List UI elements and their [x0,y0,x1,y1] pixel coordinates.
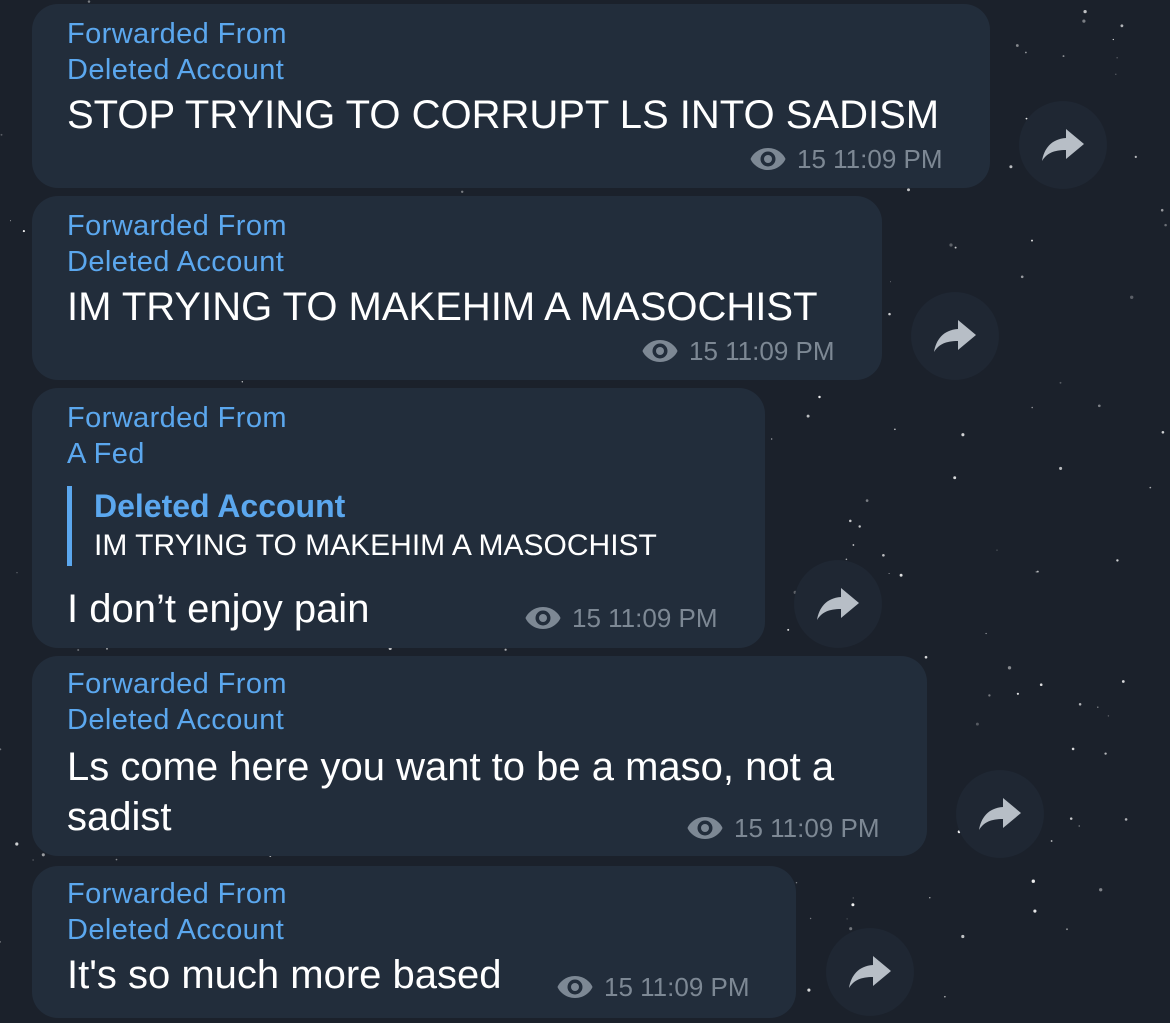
timestamp: 11:09 PM [725,336,835,366]
eye-icon [557,976,593,998]
timestamp: 11:09 PM [640,972,750,1002]
share-arrow-icon [817,588,859,620]
forwarded-label: Forwarded From [67,402,287,434]
forwarded-label: Forwarded From [67,18,287,50]
share-arrow-icon [1042,129,1084,161]
message-text: It's so much more based [67,953,502,997]
message-meta: 15 11:09 PM [686,813,880,843]
eye-icon [642,340,678,362]
message-bubble[interactable]: Forwarded From Deleted Account Ls come h… [32,656,927,856]
message-text-line-2: sadist [67,795,172,839]
view-count: 15 [604,972,633,1002]
forwarded-label: Forwarded From [67,210,287,242]
share-button[interactable] [1019,101,1107,189]
timestamp: 11:09 PM [770,813,880,843]
forwarded-from-name[interactable]: Deleted Account [67,912,284,948]
reply-text: IM TRYING TO MAKEHIM A MASOCHIST [94,529,657,562]
timestamp: 11:09 PM [608,603,718,633]
message-text: IM TRYING TO MAKEHIM A MASOCHIST [67,285,818,329]
message-text-line-1: Ls come here you want to be a maso, not … [67,745,835,789]
timestamp: 11:09 PM [833,144,943,174]
reply-quote[interactable]: Deleted Account IM TRYING TO MAKEHIM A M… [67,486,657,566]
share-arrow-icon [849,956,891,988]
share-button[interactable] [956,770,1044,858]
eye-icon [525,607,561,629]
message-bubble[interactable]: Forwarded From A Fed Deleted Account IM … [32,388,765,648]
forwarded-from-name[interactable]: A Fed [67,436,145,472]
forwarded-label: Forwarded From [67,878,287,910]
view-count: 15 [689,336,718,366]
message-meta: 15 11:09 PM [641,336,835,366]
message-bubble[interactable]: Forwarded From Deleted Account IM TRYING… [32,196,882,380]
message-meta: 15 11:09 PM [749,144,943,174]
share-button[interactable] [794,560,882,648]
reply-author: Deleted Account [94,488,346,524]
forwarded-from-name[interactable]: Deleted Account [67,244,284,280]
view-count: 15 [734,813,763,843]
share-button[interactable] [826,928,914,1016]
message-bubble[interactable]: Forwarded From Deleted Account It's so m… [32,866,796,1018]
share-arrow-icon [934,320,976,352]
message-meta: 15 11:09 PM [524,603,718,633]
message-text: STOP TRYING TO CORRUPT LS INTO SADISM [67,93,940,137]
share-arrow-icon [979,798,1021,830]
forwarded-from-name[interactable]: Deleted Account [67,52,284,88]
message-text: I don’t enjoy pain [67,587,370,631]
message-bubble[interactable]: Forwarded From Deleted Account STOP TRYI… [32,4,990,188]
message-meta: 15 11:09 PM [556,972,750,1002]
eye-icon [687,817,723,839]
view-count: 15 [572,603,601,633]
forwarded-label: Forwarded From [67,668,287,700]
view-count: 15 [797,144,826,174]
eye-icon [750,148,786,170]
forwarded-from-name[interactable]: Deleted Account [67,702,284,738]
share-button[interactable] [911,292,999,380]
